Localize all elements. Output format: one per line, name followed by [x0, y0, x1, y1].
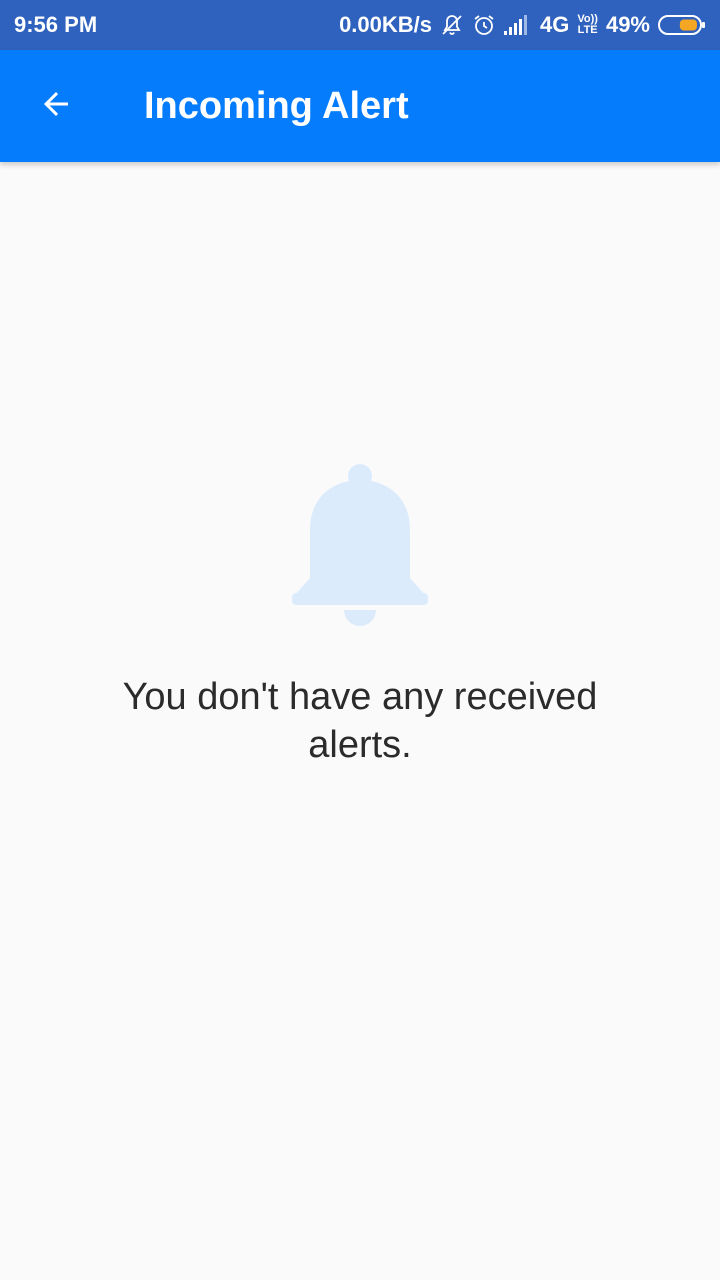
empty-message: You don't have any received alerts. [122, 676, 598, 766]
battery-fill [679, 19, 697, 31]
signal-icon [504, 14, 532, 36]
empty-state: You don't have any received alerts. [0, 460, 720, 769]
volte-label-bottom: LTE [577, 24, 598, 36]
volte-icon: Vo)) LTE [577, 14, 598, 36]
notifications-off-icon [440, 13, 464, 37]
status-icons: 0.00KB/s 4G Vo)) LTE 49% [339, 12, 706, 38]
battery-icon [658, 14, 706, 36]
status-time: 9:56 PM [14, 12, 98, 37]
battery-percent: 49% [605, 12, 650, 37]
app-bar: Incoming Alert [0, 50, 720, 162]
back-button[interactable] [0, 50, 112, 162]
back-arrow-icon [38, 86, 74, 127]
page-title: Incoming Alert [144, 84, 409, 127]
network-type: 4G [540, 12, 570, 37]
alarm-icon [472, 13, 496, 37]
status-bar: 9:56 PM 0.00KB/s 4G Vo)) LTE 49% [0, 0, 720, 50]
bell-icon [292, 460, 428, 635]
network-speed: 0.00KB/s [339, 12, 433, 37]
